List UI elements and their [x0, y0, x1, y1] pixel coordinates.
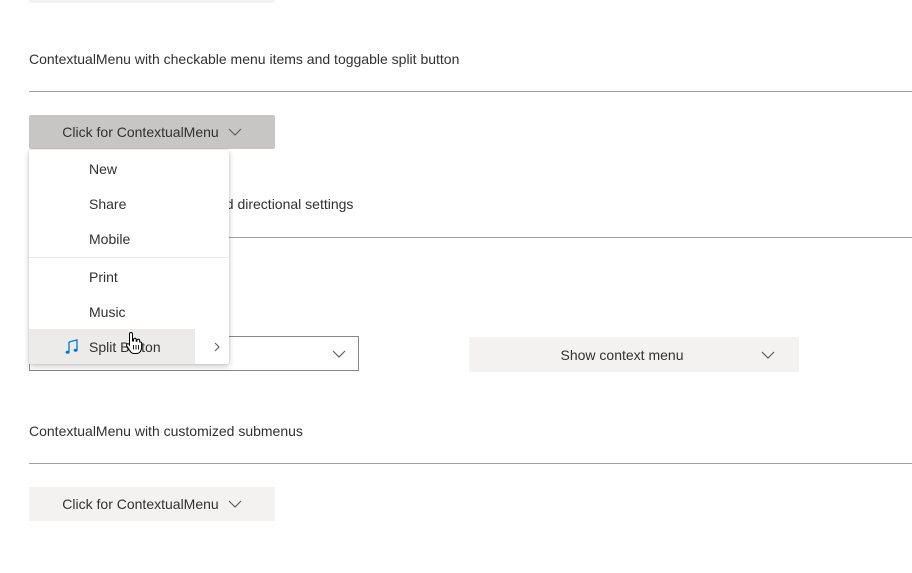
menu-item-label: Mobile [89, 231, 131, 247]
contextual-menu: New Share Mobile Print Music Split Butto… [29, 150, 229, 364]
menu-item-new[interactable]: New [29, 151, 229, 186]
section-title-submenus: ContextualMenu with customized submenus [29, 423, 303, 439]
menu-divider [29, 257, 229, 258]
contextual-menu-button[interactable]: Click for ContextualMenu [29, 115, 275, 149]
menu-item-music[interactable]: Music [29, 294, 229, 329]
section-divider [29, 463, 912, 464]
menu-item-label: Split Button [89, 339, 161, 355]
page: ContextualMenu with checkable menu items… [0, 0, 912, 573]
music-note-icon [65, 339, 78, 354]
menu-item-split-button: Split Button [29, 329, 229, 364]
section-title-directional: nd directional settings [218, 196, 354, 212]
menu-item-label: Share [89, 196, 127, 212]
split-button-primary[interactable]: Split Button [29, 329, 195, 364]
menu-item-label: Music [89, 304, 126, 320]
section-divider [29, 91, 912, 92]
menu-item-print[interactable]: Print [29, 259, 229, 294]
show-context-menu-button[interactable]: Show context menu [469, 337, 799, 372]
menu-item-mobile[interactable]: Mobile [29, 221, 229, 256]
chevron-down-icon [228, 500, 242, 508]
menu-item-label: New [89, 161, 118, 177]
chevron-down-icon [761, 351, 775, 359]
section-title-checkable: ContextualMenu with checkable menu items… [29, 51, 460, 67]
previous-button-stub[interactable] [29, 0, 275, 3]
chevron-down-icon [332, 350, 346, 358]
menu-item-share[interactable]: Share [29, 186, 229, 221]
contextual-menu-button-submenus[interactable]: Click for ContextualMenu [29, 487, 275, 521]
chevron-right-icon [214, 342, 220, 352]
menu-item-label: Print [89, 269, 118, 285]
contextual-menu-button-label: Click for ContextualMenu [62, 496, 219, 512]
split-button-submenu[interactable] [195, 329, 229, 364]
show-context-menu-label: Show context menu [560, 347, 684, 363]
chevron-down-icon [228, 128, 242, 136]
contextual-menu-button-label: Click for ContextualMenu [62, 124, 219, 140]
